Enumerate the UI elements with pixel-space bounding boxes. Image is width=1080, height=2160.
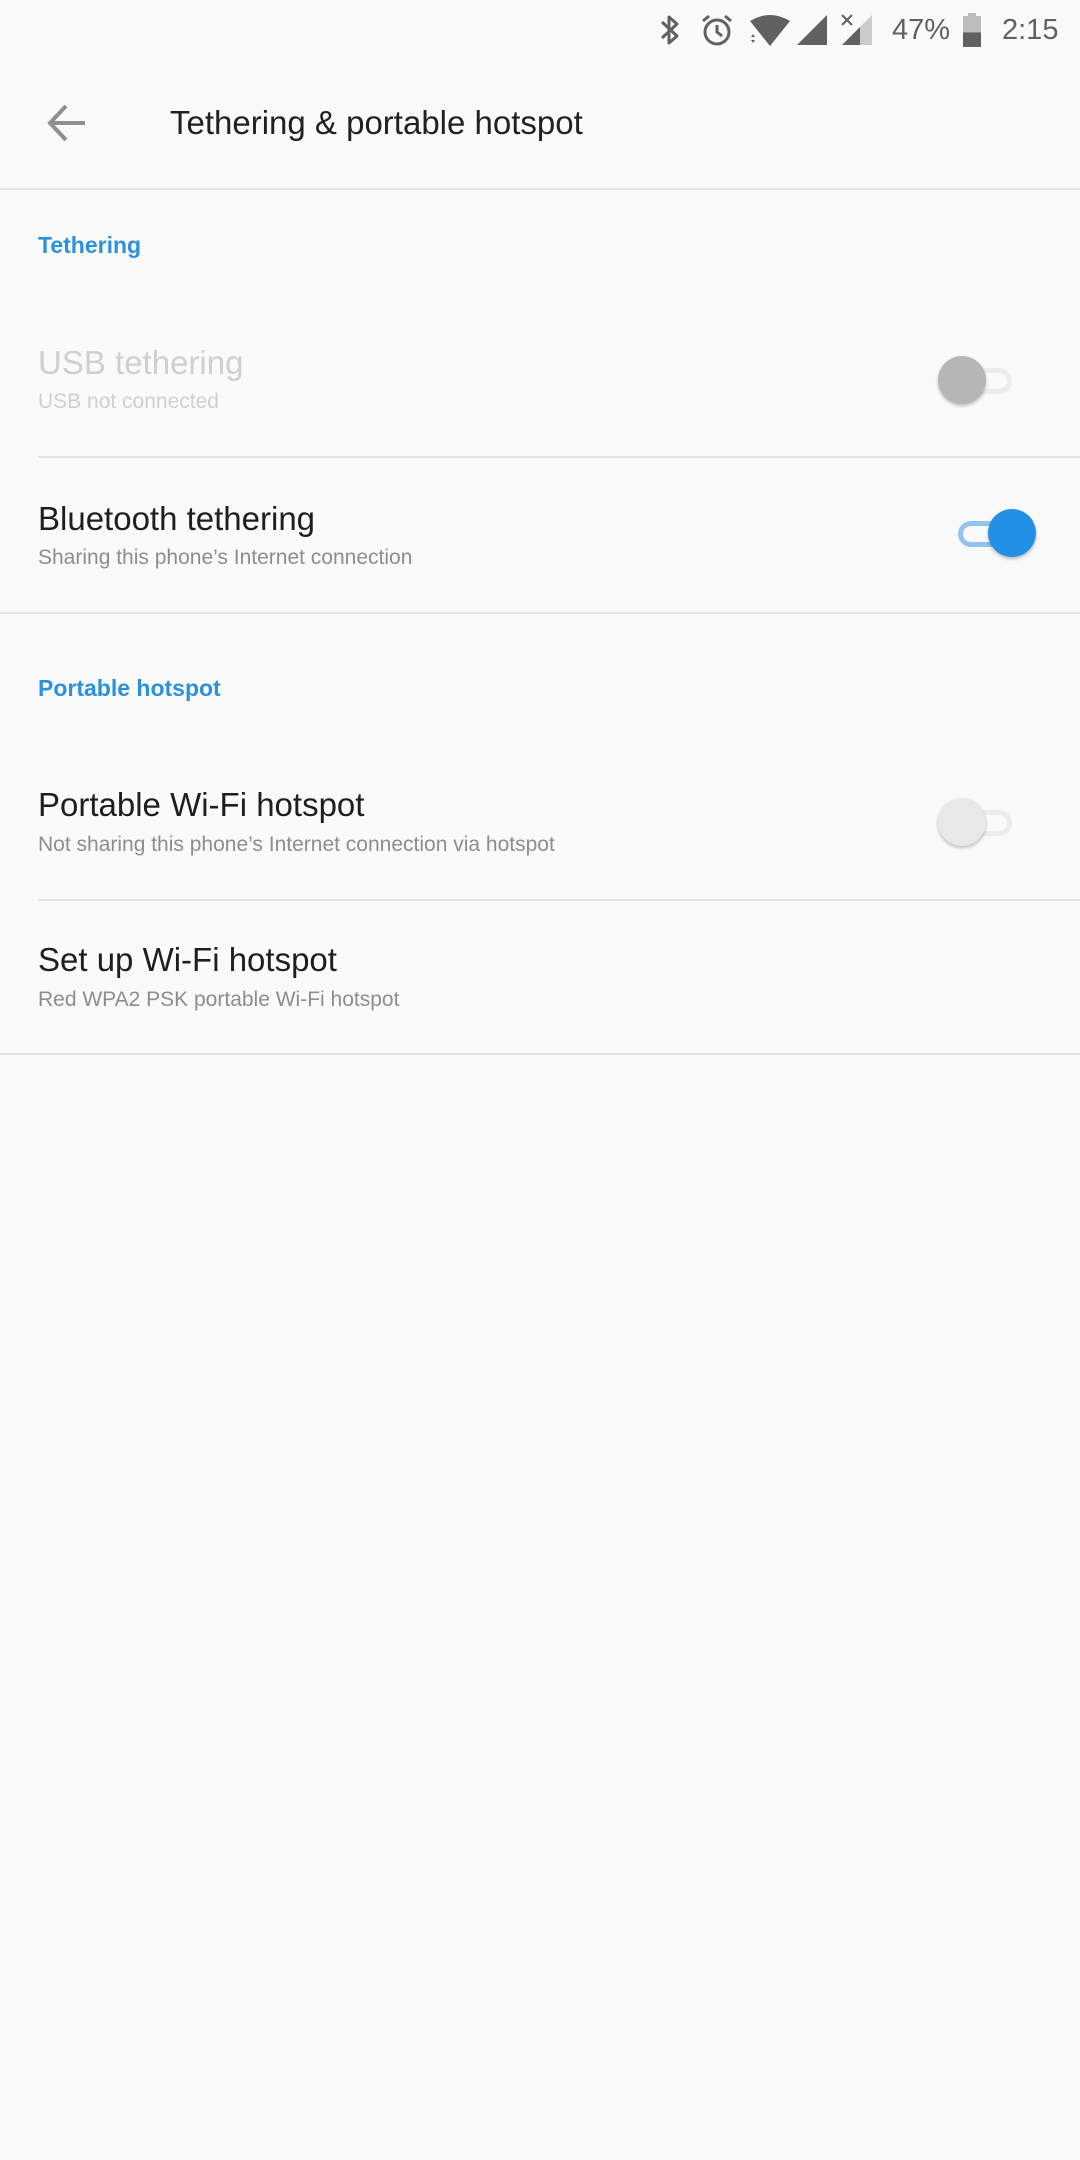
row-subtitle: USB not connected — [38, 390, 219, 413]
clock: 2:15 — [1002, 13, 1059, 46]
portable-wifi-hotspot-switch[interactable] — [938, 792, 1018, 852]
row-title: Portable Wi-Fi hotspot — [38, 786, 365, 823]
bluetooth-icon — [658, 0, 682, 60]
battery-icon — [962, 0, 982, 60]
toolbar: Tethering & portable hotspot — [0, 60, 1080, 189]
section-divider — [0, 1053, 1080, 1055]
battery-percent: 47% — [892, 13, 951, 46]
wifi-icon — [748, 0, 792, 60]
row-subtitle: Red WPA2 PSK portable Wi-Fi hotspot — [38, 988, 400, 1011]
row-title: Set up Wi-Fi hotspot — [38, 941, 337, 978]
alarm-icon — [700, 0, 734, 60]
bluetooth-tethering-switch[interactable] — [956, 503, 1036, 563]
row-subtitle: Sharing this phone’s Internet connection — [38, 546, 413, 569]
section-header-portable-hotspot: Portable hotspot — [38, 675, 221, 701]
section-divider — [0, 612, 1080, 614]
toolbar-divider — [0, 188, 1080, 190]
switch-thumb — [938, 356, 986, 404]
row-title: Bluetooth tethering — [38, 500, 316, 537]
switch-thumb — [938, 798, 986, 846]
section-header-tethering: Tethering — [38, 232, 142, 258]
arrow-left-icon — [46, 102, 88, 149]
switch-thumb — [988, 509, 1036, 557]
bluetooth-tethering-row[interactable]: Bluetooth tethering Sharing this phone’s… — [0, 458, 1080, 612]
row-title: USB tethering — [38, 344, 244, 381]
setup-wifi-hotspot-row[interactable]: Set up Wi-Fi hotspot Red WPA2 PSK portab… — [0, 901, 1080, 1053]
portable-wifi-hotspot-row[interactable]: Portable Wi-Fi hotspot Not sharing this … — [0, 760, 1080, 898]
cell-signal-icon — [795, 0, 829, 60]
page-title: Tethering & portable hotspot — [170, 104, 583, 141]
usb-tethering-row[interactable]: USB tethering USB not connected — [0, 330, 1080, 456]
cell-signal-no-data-icon — [840, 0, 874, 60]
back-button[interactable] — [36, 94, 98, 156]
row-subtitle: Not sharing this phone’s Internet connec… — [38, 833, 555, 856]
usb-tethering-switch[interactable] — [938, 350, 1018, 410]
status-bar: 47% 2:15 — [0, 0, 1080, 60]
